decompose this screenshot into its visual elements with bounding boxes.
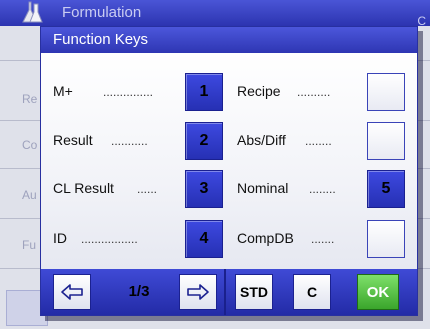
function-key-dots: ........ [305,134,332,148]
dialog-body: M+ ............... 1 Result ........... … [41,53,417,269]
function-key-dots: ...... [137,182,158,196]
ok-button[interactable]: OK [357,274,399,310]
function-key-label: M+ [53,83,73,99]
page-indicator: 1/3 [128,283,150,300]
clear-button[interactable]: C [293,274,331,310]
background-row-label: Re [22,92,38,106]
function-key-label: CompDB [237,230,294,246]
previous-page-button[interactable] [53,274,91,310]
function-key-dots: ........ [309,182,336,196]
function-key-toggle-cl-result[interactable]: 3 [185,170,223,208]
function-key-position: 4 [199,230,209,247]
function-key-toggle-abs-diff[interactable] [367,122,405,160]
dialog-footer: 1/3 STD C OK [41,269,417,315]
dialog-header: Function Keys [41,27,417,53]
function-key-dots: ................. [81,232,138,246]
function-key-label: ID [53,230,67,246]
function-key-toggle-nominal[interactable]: 5 [367,170,405,208]
function-key-position: 1 [199,83,209,100]
function-key-label: Result [53,132,93,148]
dialog-title: Function Keys [53,31,149,48]
function-key-label: Abs/Diff [237,132,286,148]
next-page-button[interactable] [179,274,217,310]
flask-icon [22,1,43,23]
function-key-position: 3 [199,180,209,197]
function-key-toggle-id[interactable]: 4 [185,220,223,258]
function-keys-dialog: Function Keys M+ ............... 1 Resul… [40,26,418,316]
function-key-dots: .......... [297,85,331,99]
function-key-toggle-result[interactable]: 2 [185,122,223,160]
function-key-toggle-m-plus[interactable]: 1 [185,73,223,111]
background-title: Formulation [62,4,142,21]
function-key-position: 2 [199,132,209,149]
function-key-toggle-compdb[interactable] [367,220,405,258]
std-button[interactable]: STD [235,274,273,310]
function-key-label: Nominal [237,180,289,196]
arrow-left-icon [61,284,83,300]
function-key-dots: ........... [111,134,148,148]
function-key-position: 5 [381,180,391,197]
function-key-dots: ............... [103,85,154,99]
footer-separator [224,269,226,315]
background-row-label: Fu [22,238,37,252]
function-key-toggle-recipe[interactable] [367,73,405,111]
background-row-label: Au [22,188,37,202]
background-title-right: C [417,14,426,28]
background-row-label: Co [22,138,38,152]
function-key-dots: ....... [311,232,335,246]
function-key-label: CL Result [53,180,114,196]
arrow-right-icon [187,284,209,300]
function-key-label: Recipe [237,83,281,99]
